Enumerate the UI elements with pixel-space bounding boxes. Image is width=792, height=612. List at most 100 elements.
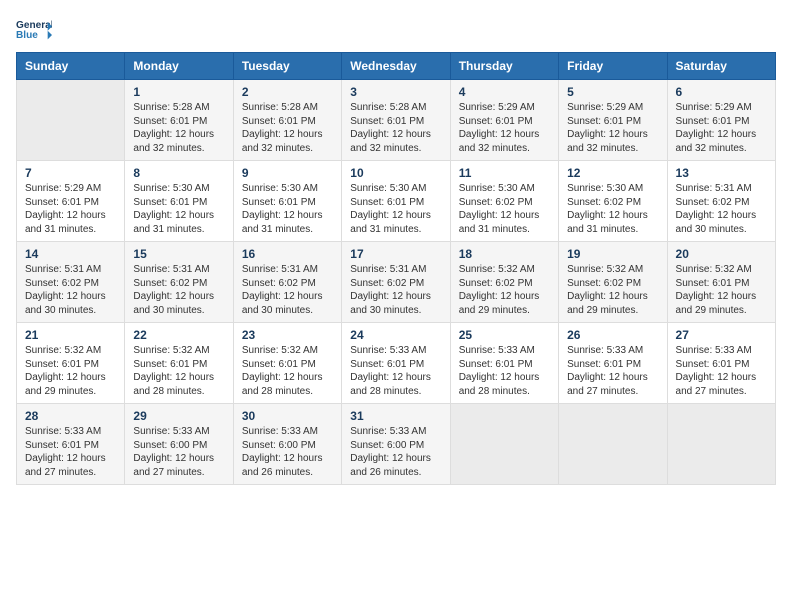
- calendar-cell: 27Sunrise: 5:33 AMSunset: 6:01 PMDayligh…: [667, 323, 775, 404]
- calendar-cell: 8 Sunrise: 5:30 AMSunset: 6:01 PMDaylight…: [125, 161, 233, 242]
- day-info: Sunrise: 5:32 AMSunset: 6:01 PMDaylight:…: [242, 344, 333, 398]
- day-number: 15: [133, 247, 224, 261]
- day-info: Sunrise: 5:32 AMSunset: 6:01 PMDaylight:…: [25, 344, 116, 398]
- day-info: Sunrise: 5:28 AMSunset: 6:01 PMDaylight:…: [133, 101, 224, 155]
- calendar-cell: [667, 404, 775, 485]
- week-row: 28 Sunrise: 5:33 AMSunset: 6:01 PMDayligh…: [17, 404, 776, 485]
- calendar-table: SundayMondayTuesdayWednesdayThursdayFrid…: [16, 52, 776, 485]
- day-info: Sunrise: 5:32 AMSunset: 6:01 PMDaylight:…: [676, 263, 767, 317]
- day-number: 19: [567, 247, 658, 261]
- calendar-cell: 20 Sunrise: 5:32 AMSunset: 6:01 PMDayligh…: [667, 242, 775, 323]
- day-info: Sunrise: 5:33 AMSunset: 6:00 PMDaylight:…: [242, 425, 333, 479]
- calendar-cell: 31 Sunrise: 5:33 AMSunset: 6:00 PMDayligh…: [342, 404, 450, 485]
- day-number: 14: [25, 247, 116, 261]
- calendar-cell: 1 Sunrise: 5:28 AMSunset: 6:01 PMDaylight…: [125, 80, 233, 161]
- day-info: Sunrise: 5:29 AMSunset: 6:01 PMDaylight:…: [459, 101, 550, 155]
- day-number: 1: [133, 85, 224, 99]
- weekday-header-tuesday: Tuesday: [233, 53, 341, 80]
- weekday-header-row: SundayMondayTuesdayWednesdayThursdayFrid…: [17, 53, 776, 80]
- day-number: 10: [350, 166, 441, 180]
- day-number: 17: [350, 247, 441, 261]
- calendar-cell: 24 Sunrise: 5:33 AMSunset: 6:01 PMDayligh…: [342, 323, 450, 404]
- calendar-cell: 9 Sunrise: 5:30 AMSunset: 6:01 PMDaylight…: [233, 161, 341, 242]
- calendar-cell: 13Sunrise: 5:31 AMSunset: 6:02 PMDayligh…: [667, 161, 775, 242]
- calendar-cell: 5 Sunrise: 5:29 AMSunset: 6:01 PMDaylight…: [559, 80, 667, 161]
- day-number: 27: [676, 328, 767, 342]
- day-info: Sunrise: 5:30 AMSunset: 6:01 PMDaylight:…: [242, 182, 333, 236]
- day-info: Sunrise: 5:33 AMSunset: 6:01 PMDaylight:…: [25, 425, 116, 479]
- calendar-cell: [559, 404, 667, 485]
- week-row: 1 Sunrise: 5:28 AMSunset: 6:01 PMDaylight…: [17, 80, 776, 161]
- calendar-cell: 30 Sunrise: 5:33 AMSunset: 6:00 PMDayligh…: [233, 404, 341, 485]
- day-info: Sunrise: 5:32 AMSunset: 6:02 PMDaylight:…: [567, 263, 658, 317]
- day-number: 11: [459, 166, 550, 180]
- day-number: 31: [350, 409, 441, 423]
- day-number: 12: [567, 166, 658, 180]
- day-number: 9: [242, 166, 333, 180]
- calendar-cell: 25 Sunrise: 5:33 AMSunset: 6:01 PMDayligh…: [450, 323, 558, 404]
- day-info: Sunrise: 5:30 AMSunset: 6:02 PMDaylight:…: [459, 182, 550, 236]
- day-number: 6: [676, 85, 767, 99]
- calendar-cell: 16Sunrise: 5:31 AMSunset: 6:02 PMDayligh…: [233, 242, 341, 323]
- day-number: 7: [25, 166, 116, 180]
- day-info: Sunrise: 5:33 AMSunset: 6:00 PMDaylight:…: [350, 425, 441, 479]
- weekday-header-wednesday: Wednesday: [342, 53, 450, 80]
- day-number: 26: [567, 328, 658, 342]
- week-row: 14 Sunrise: 5:31 AMSunset: 6:02 PMDayligh…: [17, 242, 776, 323]
- calendar-cell: 29Sunrise: 5:33 AMSunset: 6:00 PMDayligh…: [125, 404, 233, 485]
- weekday-header-friday: Friday: [559, 53, 667, 80]
- calendar-cell: 4 Sunrise: 5:29 AMSunset: 6:01 PMDaylight…: [450, 80, 558, 161]
- day-number: 5: [567, 85, 658, 99]
- day-info: Sunrise: 5:31 AMSunset: 6:02 PMDaylight:…: [133, 263, 224, 317]
- calendar-cell: 18Sunrise: 5:32 AMSunset: 6:02 PMDayligh…: [450, 242, 558, 323]
- day-info: Sunrise: 5:30 AMSunset: 6:02 PMDaylight:…: [567, 182, 658, 236]
- calendar-cell: [450, 404, 558, 485]
- calendar-cell: 23 Sunrise: 5:32 AMSunset: 6:01 PMDayligh…: [233, 323, 341, 404]
- calendar-cell: 14 Sunrise: 5:31 AMSunset: 6:02 PMDayligh…: [17, 242, 125, 323]
- day-number: 4: [459, 85, 550, 99]
- week-row: 7 Sunrise: 5:29 AMSunset: 6:01 PMDaylight…: [17, 161, 776, 242]
- day-number: 8: [133, 166, 224, 180]
- logo: General Blue: [16, 16, 52, 44]
- day-number: 23: [242, 328, 333, 342]
- day-info: Sunrise: 5:31 AMSunset: 6:02 PMDaylight:…: [676, 182, 767, 236]
- day-info: Sunrise: 5:28 AMSunset: 6:01 PMDaylight:…: [242, 101, 333, 155]
- day-info: Sunrise: 5:29 AMSunset: 6:01 PMDaylight:…: [25, 182, 116, 236]
- day-info: Sunrise: 5:30 AMSunset: 6:01 PMDaylight:…: [133, 182, 224, 236]
- weekday-header-monday: Monday: [125, 53, 233, 80]
- day-number: 28: [25, 409, 116, 423]
- calendar-cell: 12 Sunrise: 5:30 AMSunset: 6:02 PMDayligh…: [559, 161, 667, 242]
- calendar-cell: 17 Sunrise: 5:31 AMSunset: 6:02 PMDayligh…: [342, 242, 450, 323]
- week-row: 21 Sunrise: 5:32 AMSunset: 6:01 PMDayligh…: [17, 323, 776, 404]
- calendar-cell: 19 Sunrise: 5:32 AMSunset: 6:02 PMDayligh…: [559, 242, 667, 323]
- calendar-cell: 26Sunrise: 5:33 AMSunset: 6:01 PMDayligh…: [559, 323, 667, 404]
- svg-text:Blue: Blue: [16, 30, 38, 41]
- svg-text:General: General: [16, 20, 52, 31]
- day-number: 25: [459, 328, 550, 342]
- calendar-cell: 7 Sunrise: 5:29 AMSunset: 6:01 PMDaylight…: [17, 161, 125, 242]
- weekday-header-sunday: Sunday: [17, 53, 125, 80]
- day-number: 30: [242, 409, 333, 423]
- day-number: 2: [242, 85, 333, 99]
- weekday-header-thursday: Thursday: [450, 53, 558, 80]
- day-info: Sunrise: 5:31 AMSunset: 6:02 PMDaylight:…: [350, 263, 441, 317]
- calendar-cell: 11 Sunrise: 5:30 AMSunset: 6:02 PMDayligh…: [450, 161, 558, 242]
- day-info: Sunrise: 5:31 AMSunset: 6:02 PMDaylight:…: [242, 263, 333, 317]
- day-number: 24: [350, 328, 441, 342]
- day-number: 3: [350, 85, 441, 99]
- day-info: Sunrise: 5:32 AMSunset: 6:01 PMDaylight:…: [133, 344, 224, 398]
- day-info: Sunrise: 5:33 AMSunset: 6:01 PMDaylight:…: [459, 344, 550, 398]
- calendar-cell: 22 Sunrise: 5:32 AMSunset: 6:01 PMDayligh…: [125, 323, 233, 404]
- calendar-cell: 3 Sunrise: 5:28 AMSunset: 6:01 PMDaylight…: [342, 80, 450, 161]
- header: General Blue: [16, 16, 776, 44]
- day-number: 29: [133, 409, 224, 423]
- calendar-cell: 28 Sunrise: 5:33 AMSunset: 6:01 PMDayligh…: [17, 404, 125, 485]
- day-number: 20: [676, 247, 767, 261]
- day-info: Sunrise: 5:31 AMSunset: 6:02 PMDaylight:…: [25, 263, 116, 317]
- calendar-cell: 21 Sunrise: 5:32 AMSunset: 6:01 PMDayligh…: [17, 323, 125, 404]
- day-number: 22: [133, 328, 224, 342]
- day-number: 21: [25, 328, 116, 342]
- day-info: Sunrise: 5:29 AMSunset: 6:01 PMDaylight:…: [567, 101, 658, 155]
- day-info: Sunrise: 5:33 AMSunset: 6:01 PMDaylight:…: [350, 344, 441, 398]
- day-info: Sunrise: 5:28 AMSunset: 6:01 PMDaylight:…: [350, 101, 441, 155]
